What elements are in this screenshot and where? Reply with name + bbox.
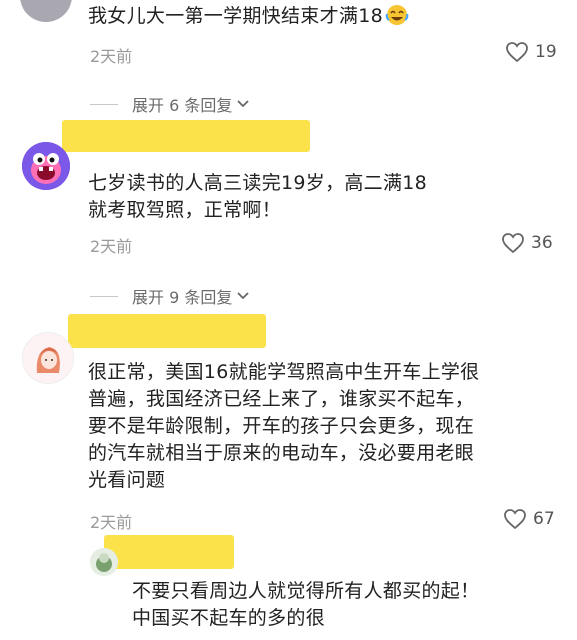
- redacted-username: [62, 120, 310, 152]
- like-count: 19: [535, 42, 557, 62]
- expand-replies-button[interactable]: 展开 9 条回复: [90, 284, 250, 308]
- avatar[interactable]: [22, 332, 74, 384]
- like-count: 36: [531, 233, 553, 253]
- expand-replies-button[interactable]: 展开 6 条回复: [90, 92, 250, 116]
- heart-icon: [506, 42, 528, 63]
- like-button[interactable]: 36: [501, 232, 553, 254]
- redacted-username: [104, 535, 234, 569]
- like-count: 67: [533, 509, 555, 529]
- girl-avatar-icon: [23, 333, 73, 383]
- monster-avatar-icon: [22, 142, 70, 190]
- heart-icon: [504, 509, 526, 530]
- comment-time: 2天前: [90, 237, 133, 256]
- laughing-crying-emoji-icon: [385, 4, 409, 34]
- comment-text: 七岁读书的人高三读完19岁，高二满18 就考取驾照，正常啊！: [88, 172, 428, 221]
- comment-text: 很正常，美国16就能学驾照高中生开车上学很 普遍，我国经济已经上来了，谁家买不起…: [88, 361, 480, 491]
- divider: [90, 103, 118, 105]
- chevron-down-icon: [237, 292, 249, 300]
- like-button[interactable]: 19: [505, 41, 557, 63]
- redacted-username: [68, 314, 266, 348]
- chevron-down-icon: [237, 100, 249, 108]
- avatar[interactable]: [20, 0, 72, 22]
- divider: [90, 295, 118, 297]
- comment-text: 我女儿大一第一学期快结束才满18: [88, 3, 409, 34]
- expand-replies-label: 展开 6 条回复: [132, 96, 233, 115]
- reply-avatar-icon: [90, 548, 118, 576]
- comment-time: 2天前: [90, 513, 133, 532]
- avatar[interactable]: [90, 548, 118, 576]
- expand-replies-label: 展开 9 条回复: [132, 288, 233, 307]
- comment-time: 2天前: [90, 47, 133, 66]
- heart-icon: [502, 233, 524, 254]
- avatar[interactable]: [22, 142, 70, 190]
- reply-text: 不要只看周边人就觉得所有人都买的起！ 中国买不起车的多的很: [132, 580, 480, 629]
- like-button[interactable]: 67: [503, 508, 555, 530]
